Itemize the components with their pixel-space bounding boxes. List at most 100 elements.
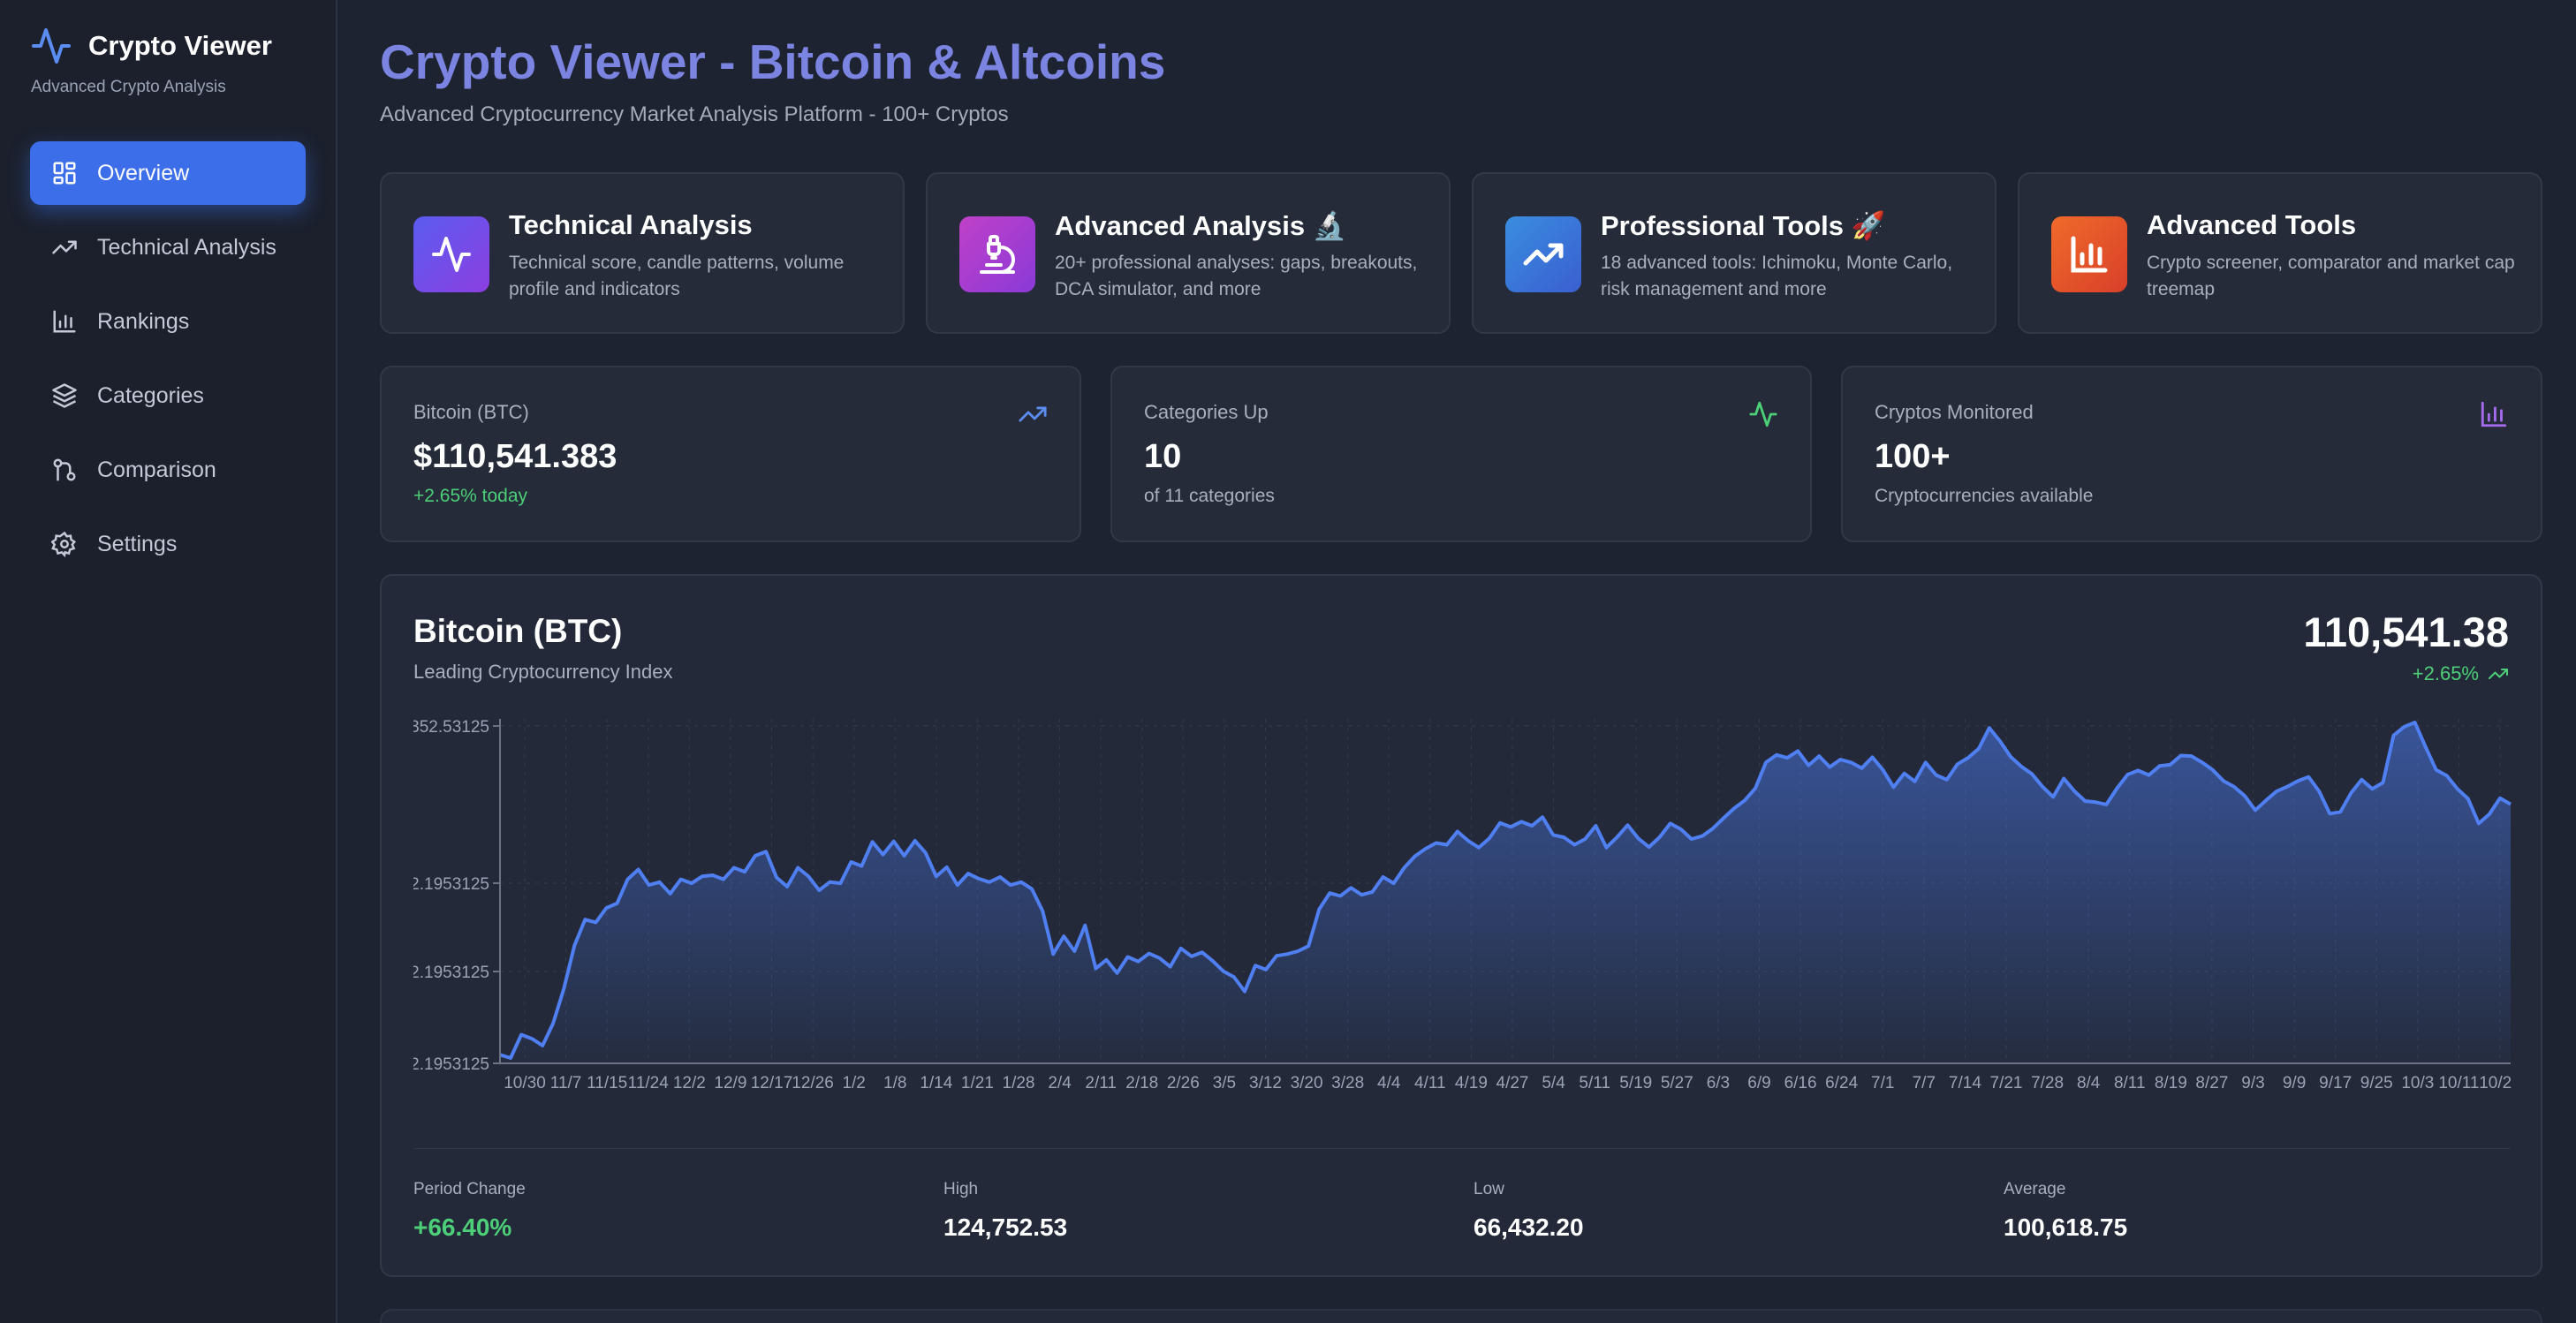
feature-title: Advanced Tools (2147, 209, 2357, 240)
summary-label: Period Change (413, 1180, 526, 1198)
price-area-chart[interactable]: 352.53125 2.1953125 2.1953125 2.1953125 10/… (413, 714, 2512, 1102)
feature-card-advanced-tools[interactable]: Advanced Tools Crypto screener, comparat… (2018, 172, 2542, 334)
summary-value: 100,618.75 (2004, 1213, 2128, 1241)
x-tick-label: 8/11 (2114, 1074, 2146, 1092)
x-tick-label: 1/8 (883, 1074, 906, 1092)
sidebar-item-categories[interactable]: Categories (30, 364, 306, 427)
sidebar-item-label: Comparison (97, 457, 216, 482)
x-tick-label: 4/11 (1414, 1074, 1446, 1092)
x-tick-label: 3/5 (1213, 1074, 1236, 1092)
sidebar-item-label: Overview (97, 160, 190, 185)
x-tick-label: 12/2 (673, 1074, 706, 1092)
feature-title: Professional Tools 🚀 (1601, 210, 1886, 241)
pulse-icon (1749, 401, 1777, 427)
stat-value: 10 (1144, 438, 1182, 475)
sidebar-item-overview[interactable]: Overview (30, 141, 306, 205)
x-tick-label: 5/27 (1661, 1074, 1693, 1092)
brand[interactable]: Crypto Viewer (30, 25, 272, 67)
sidebar-item-comparison[interactable]: Comparison (30, 438, 306, 502)
trending-up-icon (1523, 243, 1564, 266)
x-tick-label: 6/24 (1825, 1074, 1858, 1092)
x-tick-label: 9/3 (2241, 1074, 2264, 1092)
feature-icon-box (413, 216, 489, 292)
chart-change: +2.65% (2413, 662, 2509, 685)
summary-label: Low (1474, 1180, 1504, 1198)
y-tick-label: 2.1953125 (413, 875, 489, 894)
sidebar-item-settings[interactable]: Settings (30, 512, 306, 576)
x-tick-label: 4/27 (1496, 1074, 1529, 1092)
feature-description: 20+ professional analyses: gaps, breakou… (1055, 253, 1418, 299)
brand-subtitle: Advanced Crypto Analysis (31, 78, 226, 96)
stat-card-bitcoin: Bitcoin (BTC) $110,541.383 +2.65% today (380, 366, 1081, 542)
x-tick-label: 11/15 (587, 1074, 627, 1092)
x-tick-label: 7/1 (1871, 1074, 1894, 1092)
chart-price: 110,541.38 (2303, 609, 2509, 655)
x-tick-label: 7/7 (1913, 1074, 1936, 1092)
x-tick-label: 2/11 (1085, 1074, 1117, 1092)
feature-card-professional-tools[interactable]: Professional Tools 🚀 18 advanced tools: … (1472, 172, 1996, 334)
stat-label: Bitcoin (BTC) (413, 401, 529, 423)
x-tick-label: 4/4 (1377, 1074, 1401, 1092)
pulse-icon (432, 237, 471, 272)
microscope-icon (980, 235, 1015, 274)
x-tick-label: 1/14 (920, 1074, 952, 1092)
stat-value: $110,541.383 (413, 438, 617, 475)
feature-icon-box (1505, 216, 1581, 292)
bitcoin-chart-card: Bitcoin (BTC) Leading Cryptocurrency Ind… (380, 574, 2542, 1277)
x-tick-label: 5/11 (1579, 1074, 1610, 1092)
x-tick-label: 2/18 (1125, 1074, 1158, 1092)
sidebar-item-label: Rankings (97, 308, 190, 334)
sidebar-nav: Overview Technical Analysis Rankings Cat… (30, 141, 306, 586)
feature-title: Technical Analysis (509, 209, 753, 240)
x-tick-label: 9/9 (2283, 1074, 2306, 1092)
dashboard-icon (53, 162, 76, 185)
x-tick-label: 12/9 (714, 1074, 746, 1092)
x-tick-label: 1/28 (1003, 1074, 1035, 1092)
x-tick-label: 7/21 (1990, 1074, 2023, 1092)
gear-icon (51, 531, 77, 557)
x-tick-label: 10/3 (2401, 1074, 2434, 1092)
layers-icon (52, 383, 77, 408)
x-tick-label: 3/12 (1249, 1074, 1282, 1092)
chart-x-axis: 10/30 11/7 11/15 11/24 12/2 12/9 12/17 12/26 1/2… (504, 1074, 2512, 1092)
stat-subtext: Cryptocurrencies available (1875, 486, 2094, 506)
x-tick-label: 8/27 (2195, 1074, 2228, 1092)
feature-title: Advanced Analysis 🔬 (1055, 210, 1347, 241)
divider (413, 1148, 2511, 1149)
feature-cards: Technical Analysis Technical score, cand… (380, 172, 2542, 334)
feature-description: Crypto screener, comparator and market c… (2147, 253, 2515, 299)
compare-icon (53, 458, 76, 481)
sidebar-item-label: Technical Analysis (97, 234, 277, 260)
feature-card-technical-analysis[interactable]: Technical Analysis Technical score, cand… (380, 172, 905, 334)
summary-value: 66,432.20 (1474, 1213, 1584, 1241)
x-tick-label: 7/28 (2031, 1074, 2064, 1092)
x-tick-label: 7/14 (1949, 1074, 1981, 1092)
x-tick-label: 3/20 (1291, 1074, 1323, 1092)
feature-card-advanced-analysis[interactable]: Advanced Analysis 🔬 20+ professional ana… (926, 172, 1451, 334)
trending-up-icon (2489, 669, 2508, 679)
stat-label: Categories Up (1144, 401, 1269, 423)
summary-high: High 124,752.53 (943, 1180, 1067, 1242)
y-tick-label: 2.1953125 (413, 1055, 489, 1074)
feature-description: 18 advanced tools: Ichimoku, Monte Carlo… (1601, 253, 1953, 299)
sidebar: Crypto Viewer Advanced Crypto Analysis O… (0, 0, 337, 1323)
stat-subtext: +2.65% today (413, 486, 528, 506)
main-content: Crypto Viewer - Bitcoin & Altcoins Advan… (380, 0, 2542, 1323)
sidebar-item-rankings[interactable]: Rankings (30, 290, 306, 353)
x-tick-label: 5/4 (1542, 1074, 1565, 1092)
x-tick-label: 12/26 (792, 1074, 834, 1092)
y-tick-label: 352.53125 (413, 718, 489, 737)
feature-description: Technical score, candle patterns, volume… (509, 253, 845, 299)
page-subtitle: Advanced Cryptocurrency Market Analysis … (380, 102, 1009, 126)
chart-y-axis: 352.53125 2.1953125 2.1953125 2.1953125 (413, 718, 489, 1074)
x-tick-label: 6/16 (1784, 1074, 1817, 1092)
sidebar-item-technical-analysis[interactable]: Technical Analysis (30, 215, 306, 279)
summary-value: +66.40% (413, 1213, 512, 1241)
bar-chart-icon (53, 310, 76, 333)
next-section-card (380, 1309, 2542, 1323)
x-tick-label: 8/19 (2155, 1074, 2187, 1092)
summary-label: Average (2004, 1180, 2066, 1198)
x-tick-label: 11/24 (628, 1074, 670, 1092)
stat-cards: Bitcoin (BTC) $110,541.383 +2.65% today … (380, 366, 2542, 542)
chart-title: Bitcoin (BTC) (413, 613, 623, 649)
